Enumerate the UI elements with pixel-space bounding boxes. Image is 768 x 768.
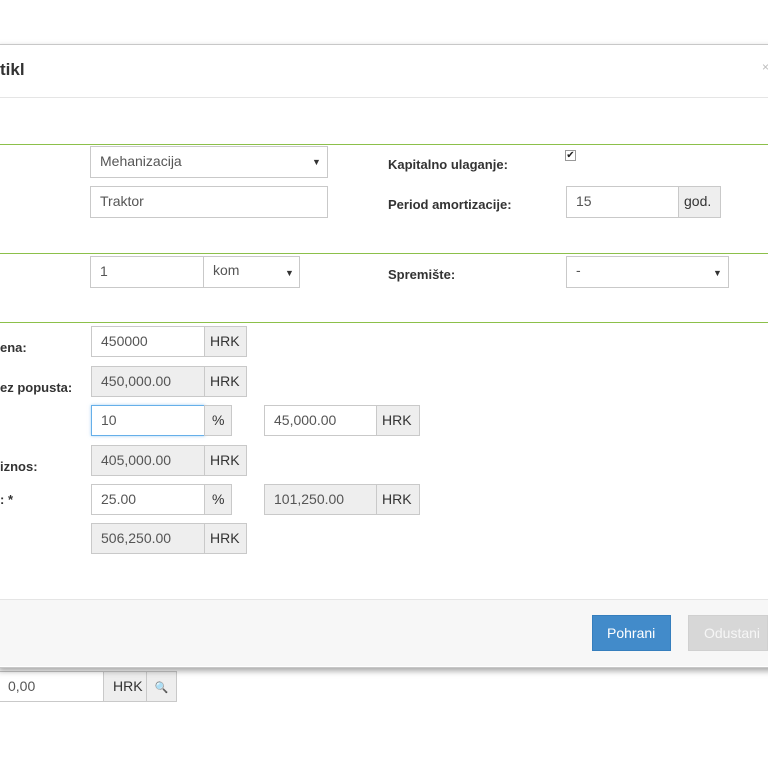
background-search-button[interactable]: 🔍 [146,671,177,702]
base-currency-addon: HRK [204,445,247,476]
discount-currency-addon: HRK [376,405,420,436]
modal-title: tikl [0,60,25,79]
chevron-down-icon: ▼ [713,268,722,278]
discount-percent-addon: % [204,405,232,436]
price-currency-addon: HRK [204,326,247,357]
capital-investment-label: Kapitalno ulaganje: [388,157,508,172]
background-currency-addon: HRK [103,671,147,702]
magnifier-icon: 🔍 [154,682,169,694]
tax-label: : * [0,492,13,507]
amortization-unit-addon: god. [678,186,721,218]
total-value: 506,250.00 [91,523,205,554]
base-amount-value: 405,000.00 [91,445,205,476]
header-divider [0,97,768,98]
save-button[interactable]: Pohrani [592,615,671,651]
storage-select-value: - [576,262,581,278]
section-divider-1 [0,144,768,145]
no-discount-currency-addon: HRK [204,366,247,397]
price-label: ena: [0,340,27,355]
section-divider-2 [0,253,768,254]
discount-amount-input[interactable]: 45,000.00 [264,405,377,436]
no-discount-label: ez popusta: [0,380,73,395]
chevron-down-icon: ▼ [285,268,294,278]
quantity-input[interactable]: 1 [90,256,204,288]
background-amount-field[interactable]: 0,00 [0,671,104,702]
discount-percent-input[interactable]: 10 [91,405,205,436]
amortization-label: Period amortizacije: [388,197,512,212]
chevron-down-icon: ▼ [312,157,321,167]
tax-percent-addon: % [204,484,232,515]
price-input[interactable]: 450000 [91,326,205,357]
tax-amount-value: 101,250.00 [264,484,377,515]
name-input[interactable]: Traktor [90,186,328,218]
cancel-button[interactable]: Odustani [688,615,768,651]
unit-select-value: kom [213,262,240,278]
total-currency-addon: HRK [204,523,247,554]
capital-investment-checkbox[interactable]: ✔ [565,150,576,161]
close-icon[interactable]: × [762,60,768,74]
section-divider-3 [0,322,768,323]
category-select[interactable]: Mehanizacija [90,146,328,178]
category-select-value: Mehanizacija [100,153,182,169]
base-amount-label: iznos: [0,459,38,474]
tax-currency-addon: HRK [376,484,420,515]
tax-percent-input[interactable]: 25.00 [91,484,205,515]
no-discount-value: 450,000.00 [91,366,205,397]
amortization-input[interactable]: 15 [566,186,679,218]
storage-select[interactable]: - [566,256,729,288]
storage-label: Spremište: [388,267,456,282]
